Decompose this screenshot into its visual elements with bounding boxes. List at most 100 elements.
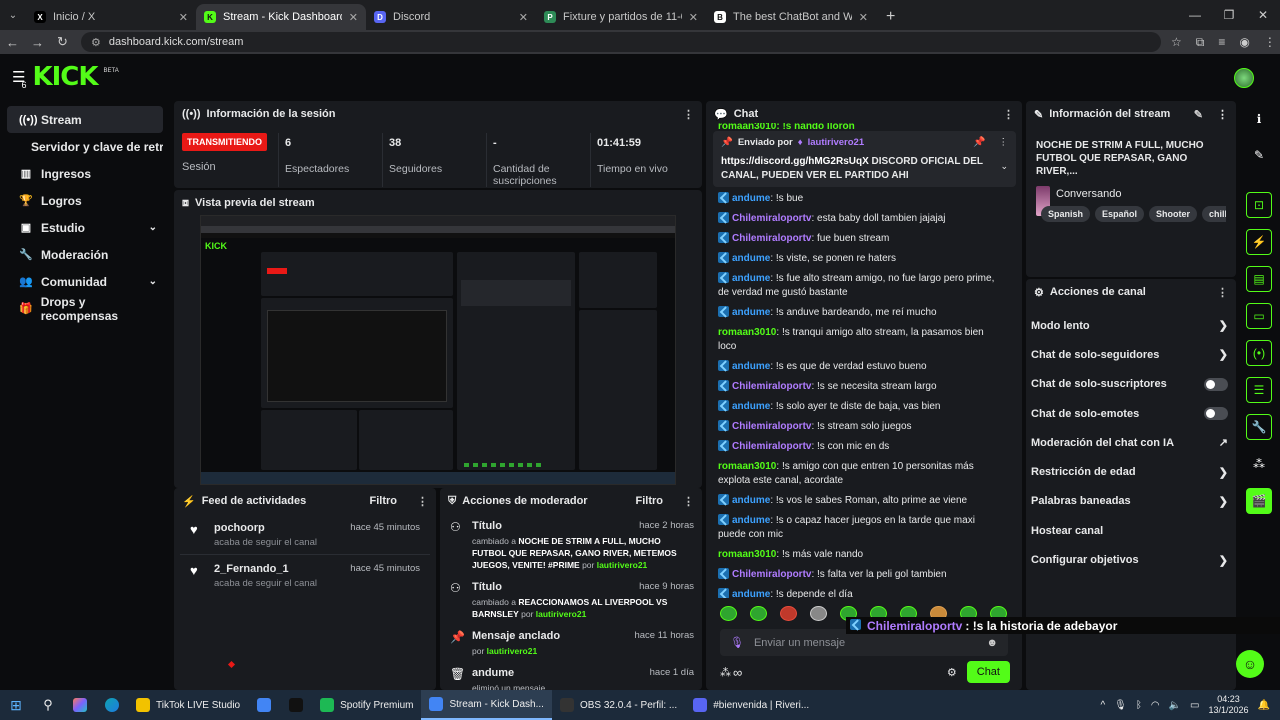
chat-message[interactable]: romaan3010: !s tranqui amigo alto stream… — [706, 323, 1016, 357]
extensions-icon[interactable]: ⧉ — [1196, 35, 1205, 50]
channel-action-row[interactable]: Chat de solo-emotes — [1026, 399, 1236, 428]
taskbar-app[interactable] — [280, 690, 312, 720]
chat-username[interactable]: andume — [732, 401, 770, 412]
mod-user-link[interactable]: lautirivero21 — [487, 646, 538, 656]
channel-action-row[interactable]: Configurar objetivos ❯ — [1026, 545, 1236, 574]
channel-action-row[interactable]: Chat de solo-suscriptores — [1026, 370, 1236, 399]
toggle-switch[interactable] — [1204, 377, 1228, 391]
lightning-icon[interactable]: ⚡ — [1246, 229, 1272, 255]
channel-action-row[interactable]: Chat de solo-seguidores ❯ — [1026, 340, 1236, 369]
chat-message[interactable]: andume: !s fue alto stream amigo, no fue… — [706, 269, 1016, 303]
close-tab-icon[interactable]: ✕ — [689, 11, 698, 24]
user-avatar[interactable] — [1234, 68, 1254, 88]
close-window-icon[interactable]: ✕ — [1246, 0, 1280, 30]
mic-tray-icon[interactable]: 🎙 — [1114, 700, 1127, 711]
chevron-right-icon[interactable]: ❯ — [1219, 466, 1228, 479]
chat-messages[interactable]: romaan3010: !s nando lloron andume: !s b… — [706, 123, 1016, 598]
emote-icon[interactable] — [810, 606, 827, 621]
share-icon[interactable]: ⁂ — [1246, 451, 1272, 477]
chat-username[interactable]: andume — [732, 495, 770, 506]
mic-icon[interactable]: 🎙 — [730, 636, 744, 649]
profile-icon[interactable]: ◉ — [1239, 35, 1249, 50]
chat-username[interactable]: andume — [732, 253, 770, 264]
forward-icon[interactable]: → — [25, 35, 50, 50]
sidebar-item-drops[interactable]: 🎁 Drops y recompensas — [7, 295, 163, 323]
url-field[interactable]: ⚙ dashboard.kick.com/stream — [81, 32, 1161, 52]
copilot-icon[interactable] — [64, 690, 96, 720]
restore-icon[interactable]: ❐ — [1212, 0, 1246, 30]
mod-user-link[interactable]: lautirivero21 — [597, 560, 648, 570]
chevron-down-icon[interactable]: ⌄ — [1000, 161, 1008, 172]
channel-action-row[interactable]: Moderación del chat con IA ↗ — [1026, 428, 1236, 457]
chat-username[interactable]: andume — [732, 307, 770, 318]
tag[interactable]: chill — [1202, 206, 1226, 222]
emote-icon[interactable] — [720, 606, 737, 621]
feed-filter-button[interactable]: Filtro — [370, 495, 398, 507]
sidebar-item-moderación[interactable]: 🔧 Moderación — [7, 241, 163, 268]
bookmark-star-icon[interactable]: ☆ — [1171, 35, 1182, 50]
pinned-more-icon[interactable]: ⋮ — [999, 137, 1009, 148]
chat-message[interactable]: romaan3010: !s más vale nando — [706, 545, 1016, 565]
sidebar-item-ingresos[interactable]: ▥ Ingresos — [7, 160, 163, 187]
feed-more-icon[interactable]: ⋮ — [417, 495, 428, 508]
chat-message[interactable]: andume: !s es que de verdad estuvo bueno — [706, 357, 1016, 377]
chat-message[interactable]: andume: !s bue — [706, 189, 1016, 209]
feed-item[interactable]: ♥ 2_Fernando_1 acaba de seguir el canal hac… — [180, 555, 430, 595]
chat-username[interactable]: Chilemiraloportv — [732, 213, 811, 224]
chat-username[interactable]: andume — [732, 361, 770, 372]
chat-username[interactable]: andume — [732, 273, 770, 284]
chat-message[interactable]: andume: !s anduve bardeando, me reí much… — [706, 303, 1016, 323]
edit-icon[interactable]: ✎ — [1194, 108, 1203, 121]
taskbar-app[interactable]: Stream - Kick Dash... — [421, 690, 552, 720]
clapper-icon[interactable]: 🎬 — [1246, 488, 1272, 514]
new-tab-button[interactable]: + — [876, 4, 905, 30]
chat-username[interactable]: Chilemiraloportv — [732, 421, 811, 432]
close-tab-icon[interactable]: ✕ — [859, 11, 868, 24]
chat-message[interactable]: Chilemiraloportv: esta baby doll tambien… — [706, 209, 1016, 229]
wifi-icon[interactable]: ◠ — [1151, 700, 1160, 711]
chat-message[interactable]: Chilemiraloportv: fue buen stream — [706, 229, 1016, 249]
chat-username[interactable]: andume — [732, 515, 770, 526]
browser-tab[interactable]: K Stream - Kick Dashboard ✕ — [196, 4, 366, 30]
feed-item[interactable]: ♥ pochoorp acaba de seguir el canal hace 45… — [180, 514, 430, 555]
channel-action-row[interactable]: Hostear canal — [1026, 516, 1236, 545]
battery-icon[interactable]: ▭ — [1190, 700, 1199, 711]
broadcast-signal-icon[interactable]: (•) — [1246, 340, 1272, 366]
clock[interactable]: 04:23 13/1/2026 — [1209, 694, 1249, 716]
channel-action-row[interactable]: Restricción de edad ❯ — [1026, 457, 1236, 486]
volume-icon[interactable]: 🔈 — [1169, 700, 1181, 711]
message-icon[interactable]: ▭ — [1246, 303, 1272, 329]
chat-username[interactable]: Chilemiraloportv — [732, 381, 811, 392]
channel-action-row[interactable]: Palabras baneadas ❯ — [1026, 487, 1236, 516]
stream-info-more-icon[interactable]: ⋮ — [1217, 108, 1228, 121]
emote-icon[interactable] — [780, 606, 797, 621]
close-tab-icon[interactable]: ✕ — [519, 11, 528, 24]
channel-action-row[interactable]: Modo lento ❯ — [1026, 311, 1236, 340]
chat-message[interactable]: andume: !s viste, se ponen re haters — [706, 249, 1016, 269]
reload-icon[interactable]: ↻ — [50, 34, 75, 50]
sidebar-item-logros[interactable]: 🏆 Logros — [7, 187, 163, 214]
feed-user[interactable]: pochoorp — [214, 522, 340, 534]
chat-username[interactable]: Chilemiraloportv — [732, 441, 811, 452]
emoji-icon[interactable]: ☻ — [986, 637, 998, 649]
session-more-icon[interactable]: ⋮ — [683, 108, 694, 121]
send-chat-button[interactable]: Chat — [966, 661, 1010, 683]
layers-icon[interactable]: ☰ — [1246, 377, 1272, 403]
external-link-icon[interactable]: ↗ — [1219, 436, 1228, 449]
unpin-icon[interactable]: 📌 — [973, 137, 985, 148]
chat-username[interactable]: andume — [732, 193, 770, 204]
mod-user-link[interactable]: lautirivero21 — [536, 609, 587, 619]
sidebar-item-comunidad[interactable]: 👥 Comunidad ⌄ — [7, 268, 163, 295]
taskbar-app[interactable] — [248, 690, 280, 720]
tag[interactable]: Shooter — [1149, 206, 1198, 222]
back-icon[interactable]: ← — [0, 35, 25, 50]
bluetooth-icon[interactable]: ᛒ — [1136, 700, 1142, 711]
chat-username[interactable]: romaan3010 — [718, 549, 776, 560]
chat-message[interactable]: romaan3010: !s amigo con que entren 10 p… — [706, 457, 1016, 491]
edge-icon[interactable] — [96, 690, 128, 720]
close-tab-icon[interactable]: ✕ — [179, 11, 188, 24]
sidebar-item-servidor[interactable]: Servidor y clave de retransmisión — [7, 133, 163, 160]
tag[interactable]: Spanish — [1041, 206, 1091, 222]
emote-icon[interactable] — [750, 606, 767, 621]
browser-tab[interactable]: B The best ChatBot and Widgets ✕ — [706, 4, 876, 30]
